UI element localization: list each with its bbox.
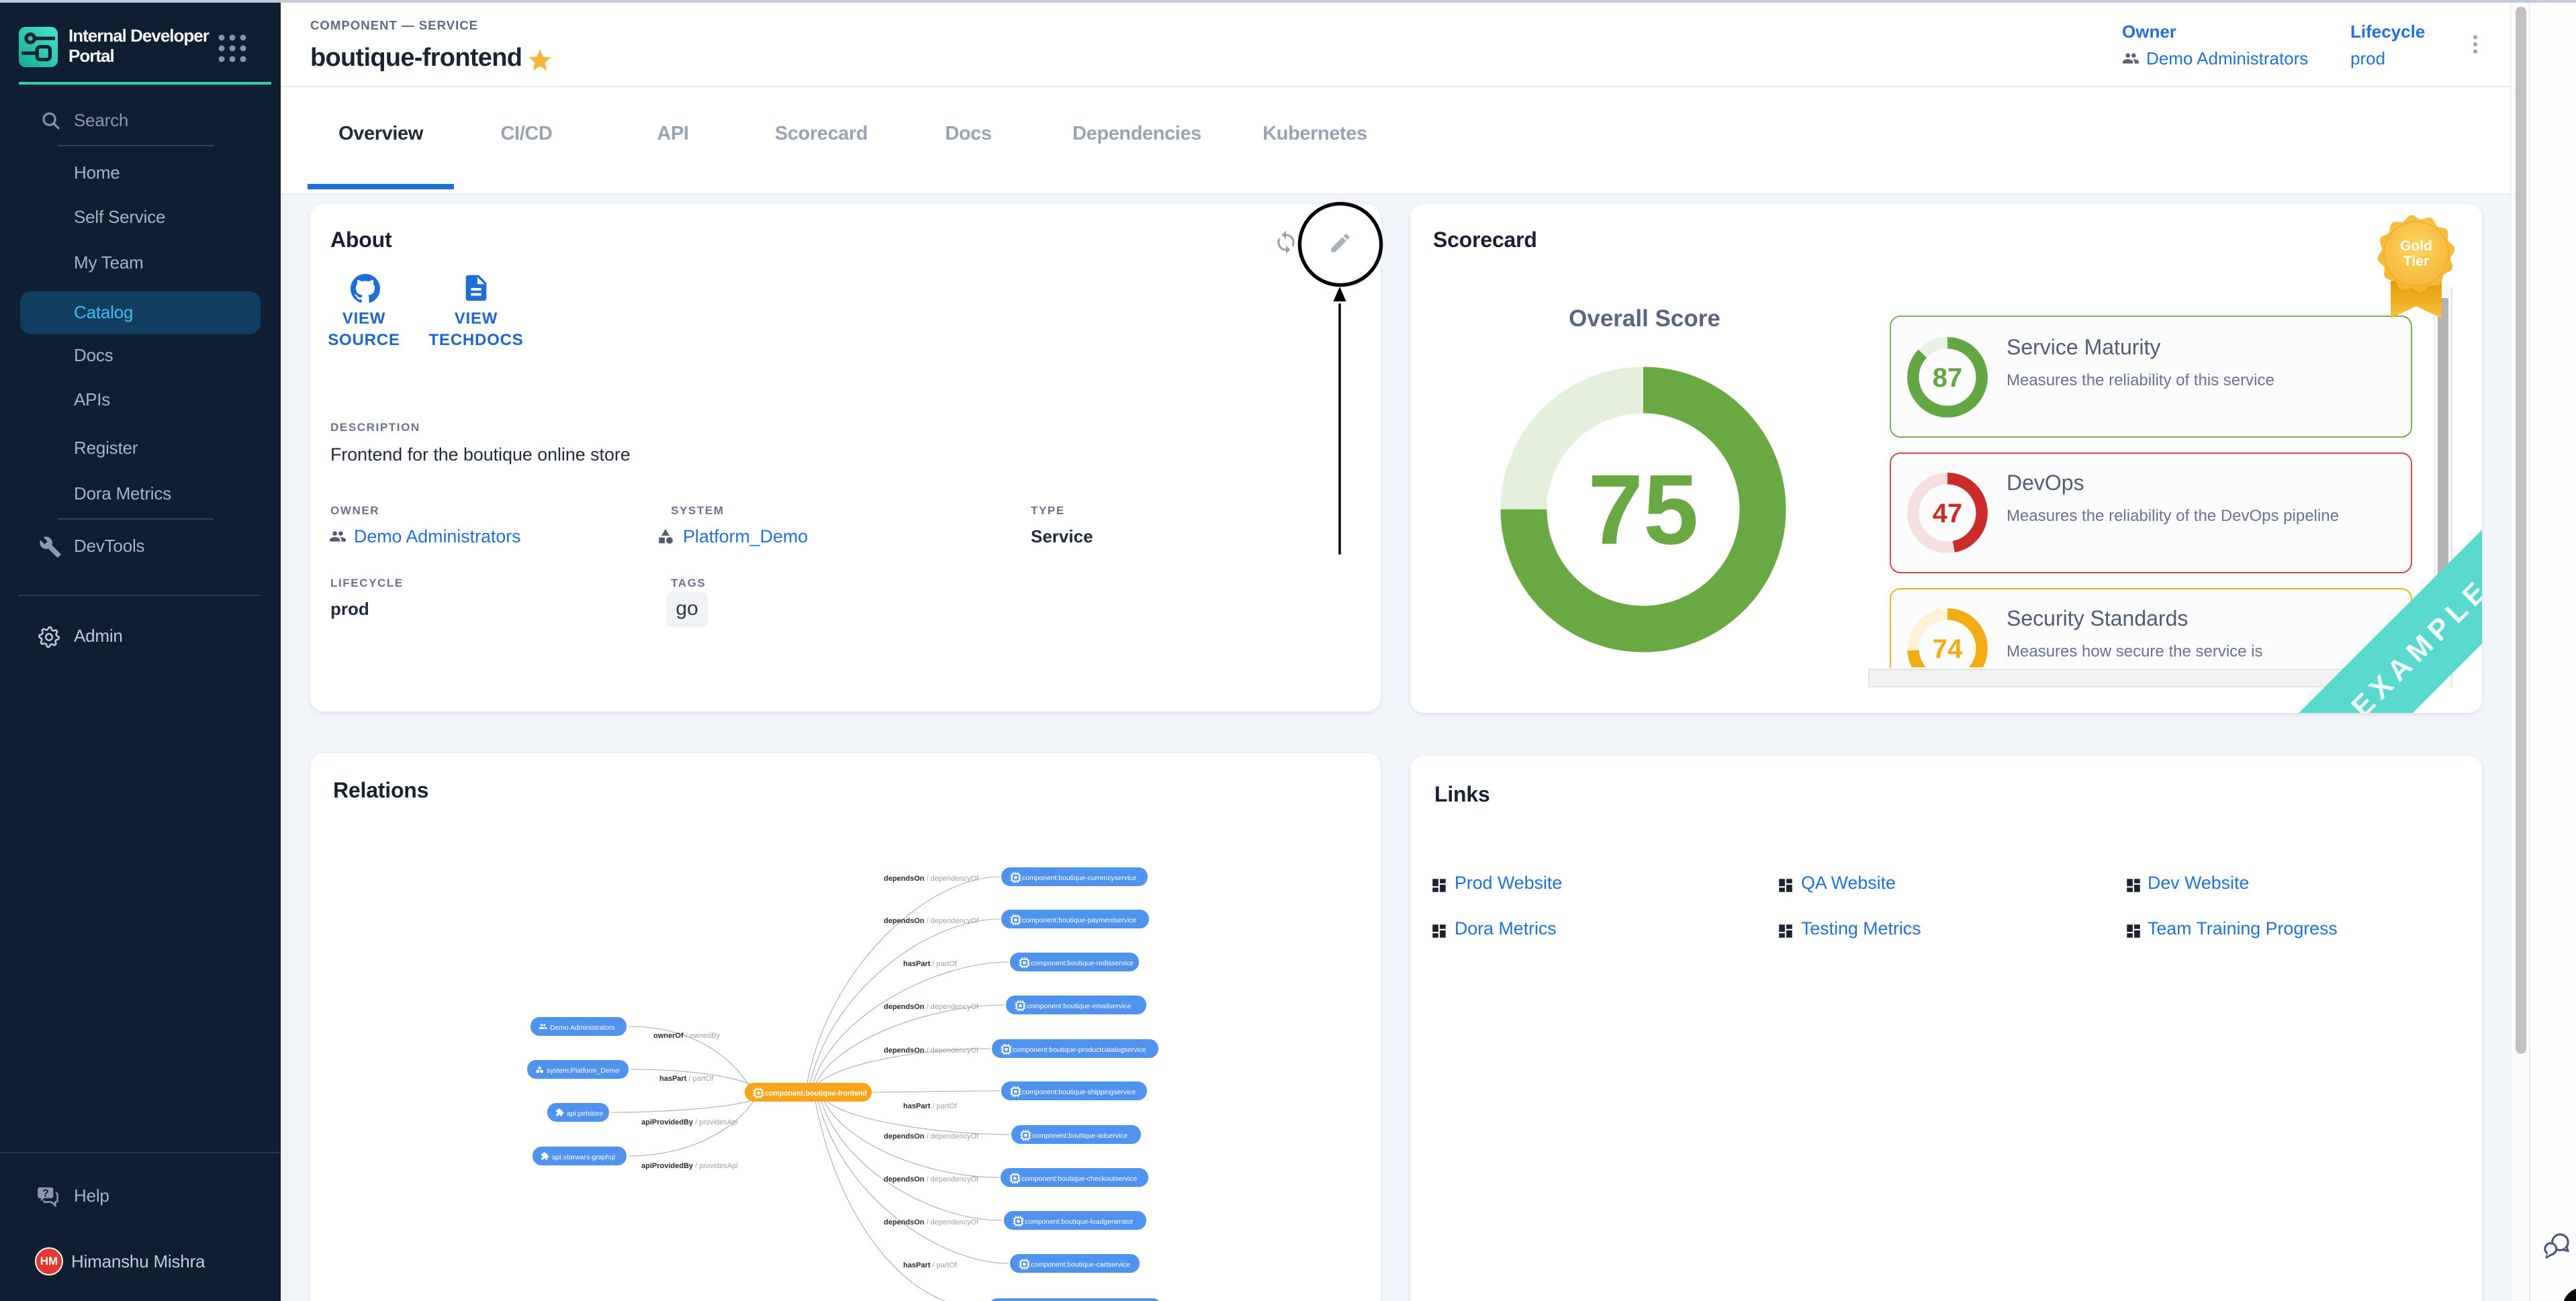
svg-text:dependsOn / dependencyOf: dependsOn / dependencyOf <box>883 1047 978 1055</box>
svg-text:?: ? <box>42 1187 49 1198</box>
svg-text:dependsOn / dependencyOf: dependsOn / dependencyOf <box>883 917 978 925</box>
svg-text:Gold: Gold <box>2400 238 2432 254</box>
svg-text:dependsOn / dependencyOf: dependsOn / dependencyOf <box>883 1175 978 1184</box>
svg-text:apiProvidedBy / providesApi: apiProvidedBy / providesApi <box>641 1162 737 1170</box>
svg-text:dependsOn / dependencyOf: dependsOn / dependencyOf <box>883 1218 978 1226</box>
svg-text:component:boutique-loadgenerat: component:boutique-loadgenerator <box>1024 1218 1133 1226</box>
svg-text:47: 47 <box>1933 499 1963 528</box>
svg-text:system:Platform_Demo: system:Platform_Demo <box>546 1067 618 1075</box>
svg-text:hasPart / partOf: hasPart / partOf <box>903 1102 957 1110</box>
svg-text:component:boutique-paymentserv: component:boutique-paymentservice <box>1021 917 1136 924</box>
svg-text:Tier: Tier <box>2403 254 2429 269</box>
svg-text:hasPart / partOf: hasPart / partOf <box>903 960 957 968</box>
svg-text:component:boutique-shippingser: component:boutique-shippingservice <box>1021 1089 1135 1096</box>
svg-text:component:boutique-frontend: component:boutique-frontend <box>764 1090 866 1098</box>
svg-text:ownerOf / ownedBy: ownerOf / ownedBy <box>653 1032 720 1040</box>
svg-text:component:boutique-adservice: component:boutique-adservice <box>1031 1133 1127 1140</box>
svg-text:component:boutique-redisservic: component:boutique-redisservice <box>1030 960 1133 967</box>
svg-text:dependsOn / dependencyOf: dependsOn / dependencyOf <box>883 1133 978 1141</box>
svg-text:component:boutique-productcata: component:boutique-productcatalogservice <box>1012 1047 1146 1054</box>
svg-text:74: 74 <box>1933 634 1963 664</box>
svg-text:component:boutique-cartservice: component:boutique-cartservice <box>1030 1261 1130 1269</box>
svg-text:component:boutique-checkoutser: component:boutique-checkoutservice <box>1021 1175 1136 1183</box>
svg-text:component:boutique-currencyser: component:boutique-currencyservice <box>1021 875 1136 882</box>
svg-text:api:petstore: api:petstore <box>566 1110 603 1118</box>
svg-text:Demo Administrators: Demo Administrators <box>549 1024 614 1032</box>
svg-text:api:starwars-graphql: api:starwars-graphql <box>551 1154 614 1161</box>
svg-text:apiProvidedBy / providesApi: apiProvidedBy / providesApi <box>641 1118 737 1126</box>
svg-text:75: 75 <box>1588 454 1699 565</box>
svg-text:hasPart / partOf: hasPart / partOf <box>659 1075 713 1083</box>
svg-text:87: 87 <box>1933 363 1963 393</box>
svg-text:component:boutique-emailservic: component:boutique-emailservice <box>1026 1003 1131 1010</box>
svg-text:hasPart / partOf: hasPart / partOf <box>903 1261 957 1269</box>
svg-text:dependsOn / dependencyOf: dependsOn / dependencyOf <box>883 875 978 883</box>
svg-text:dependsOn / dependencyOf: dependsOn / dependencyOf <box>883 1003 978 1011</box>
